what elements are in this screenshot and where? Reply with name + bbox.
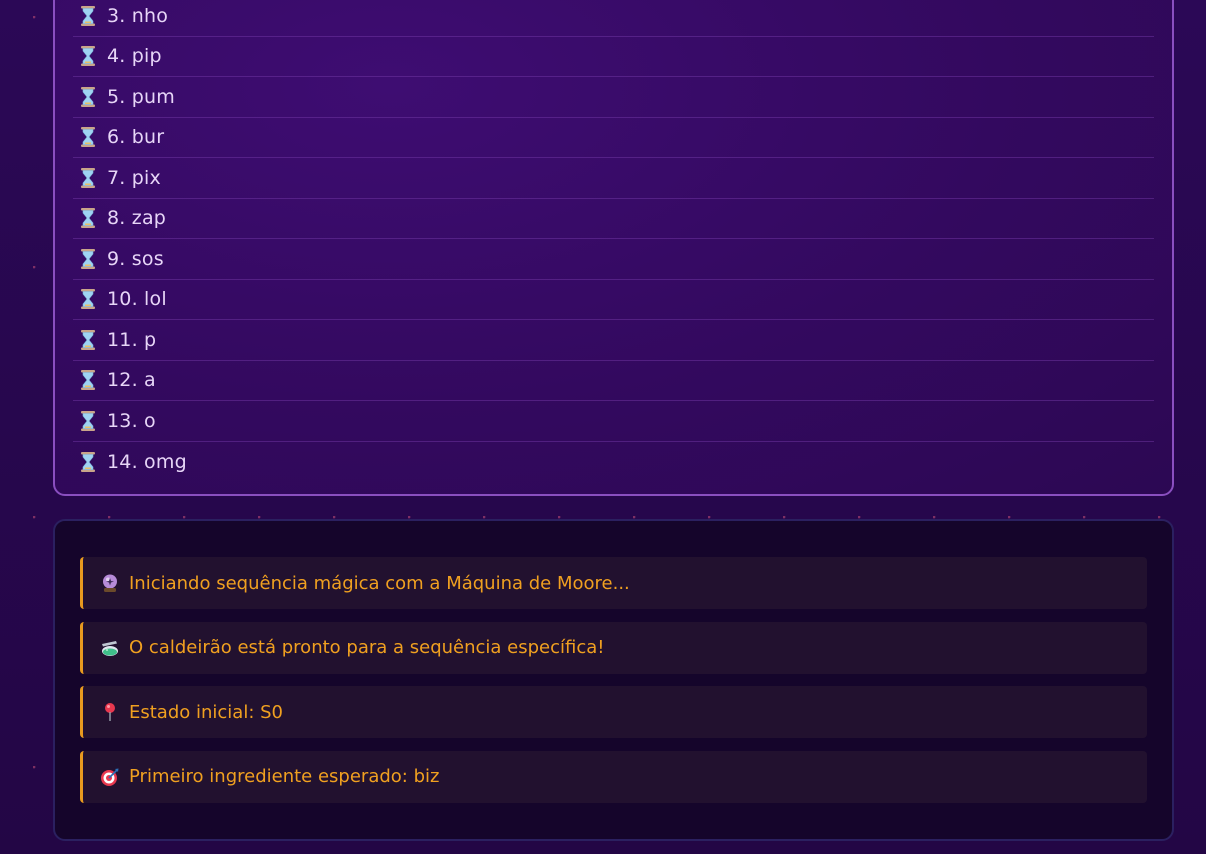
log-entry-text: O caldeirão está pronto para a sequência… bbox=[129, 637, 605, 658]
list-item: 11. p bbox=[73, 320, 1154, 361]
target-icon bbox=[99, 766, 121, 788]
log-entry-text: Primeiro ingrediente esperado: biz bbox=[129, 766, 440, 787]
list-item-label: 7. pix bbox=[107, 166, 161, 189]
log-panel: Iniciando sequência mágica com a Máquina… bbox=[53, 519, 1174, 841]
list-item: 10. lol bbox=[73, 280, 1154, 320]
list-item-label: 12. a bbox=[107, 369, 156, 392]
list-item: 9. sos bbox=[73, 239, 1154, 280]
list-item-label: 6. bur bbox=[107, 126, 165, 149]
hourglass-icon bbox=[79, 126, 97, 148]
list-item-label: 5. pum bbox=[107, 85, 175, 108]
log-entry-text: Estado inicial: S0 bbox=[129, 701, 284, 723]
log-entry: O caldeirão está pronto para a sequência… bbox=[80, 621, 1147, 674]
hourglass-icon bbox=[79, 45, 97, 67]
list-item: 13. o bbox=[73, 401, 1154, 442]
hourglass-icon bbox=[79, 288, 97, 310]
hourglass-icon bbox=[79, 451, 97, 473]
hourglass-icon bbox=[79, 207, 97, 229]
list-item-label: 10. lol bbox=[107, 288, 167, 311]
list-item-label: 13. o bbox=[107, 409, 156, 432]
list-item: 5. pum bbox=[73, 77, 1154, 118]
hourglass-icon bbox=[79, 369, 97, 391]
list-item-label: 4. pip bbox=[107, 45, 162, 68]
hourglass-icon bbox=[79, 248, 97, 270]
log-entry: Primeiro ingrediente esperado: biz bbox=[80, 750, 1147, 803]
hourglass-icon bbox=[79, 410, 97, 432]
ingredient-list: 3. nho 4. pip 5. pum 6. bur 7. pix 8. za… bbox=[73, 0, 1154, 482]
list-item: 3. nho bbox=[73, 0, 1154, 37]
list-item: 6. bur bbox=[73, 118, 1154, 158]
log-entry: Estado inicial: S0 bbox=[80, 686, 1147, 738]
list-item-label: 11. p bbox=[107, 328, 157, 351]
hourglass-icon bbox=[79, 5, 97, 27]
list-item: 12. a bbox=[73, 361, 1154, 401]
hourglass-icon bbox=[79, 167, 97, 189]
log-entry-text: Iniciando sequência mágica com a Máquina… bbox=[129, 572, 630, 594]
list-item: 7. pix bbox=[73, 158, 1154, 199]
list-item-label: 3. nho bbox=[107, 4, 169, 27]
list-item-label: 8. zap bbox=[107, 207, 167, 230]
list-item: 4. pip bbox=[73, 37, 1154, 77]
crystal-ball-icon bbox=[99, 572, 121, 594]
ingredient-sequence-panel: 3. nho 4. pip 5. pum 6. bur 7. pix 8. za… bbox=[53, 0, 1174, 496]
potion-icon bbox=[99, 637, 121, 659]
hourglass-icon bbox=[79, 86, 97, 108]
list-item: 14. omg bbox=[73, 442, 1154, 483]
hourglass-icon bbox=[79, 329, 97, 351]
log-entry: Iniciando sequência mágica com a Máquina… bbox=[80, 557, 1147, 609]
pin-icon bbox=[99, 701, 121, 723]
list-item-label: 14. omg bbox=[107, 450, 187, 473]
log-list: Iniciando sequência mágica com a Máquina… bbox=[80, 557, 1147, 815]
list-item-label: 9. sos bbox=[107, 247, 164, 270]
list-item: 8. zap bbox=[73, 199, 1154, 239]
